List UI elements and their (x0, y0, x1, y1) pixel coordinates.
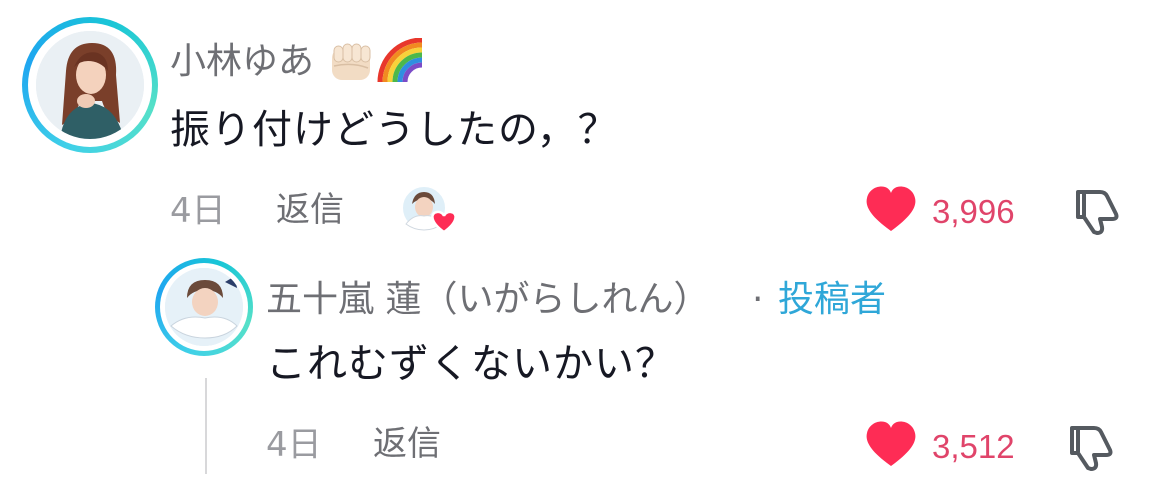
reply-button[interactable]: 返信 (276, 193, 344, 227)
thumbs-down-icon[interactable] (1066, 422, 1118, 472)
avatar-portrait-icon (36, 31, 144, 139)
comment-text: 振り付けどうしたの，？ (170, 107, 619, 153)
reply-avatar[interactable] (155, 258, 253, 356)
reply-like-count: 3,512 (932, 428, 1015, 465)
thread-connector (205, 378, 207, 474)
creator-liked-badge (400, 184, 460, 236)
reply-reply-button[interactable]: 返信 (373, 427, 441, 461)
separator-dot: · (752, 279, 764, 320)
reply-username[interactable]: 五十嵐 蓮（いがらしれん） (266, 282, 709, 318)
comment-username[interactable]: 小林ゆあ (170, 44, 314, 80)
rainbow-emoji-icon (377, 38, 423, 82)
reply-text: これむずくないかい？ (266, 341, 676, 387)
avatar[interactable] (22, 17, 158, 153)
fist-emoji-icon (332, 43, 371, 80)
comment-timestamp: 4日 (170, 191, 226, 231)
reply-avatar-portrait-icon (165, 268, 243, 346)
heart-icon[interactable] (864, 420, 918, 468)
creator-liked-heart-icon (401, 185, 457, 234)
thumbs-down-icon[interactable] (1072, 186, 1124, 236)
avatar-photo (36, 31, 144, 139)
heart-icon[interactable] (864, 185, 918, 233)
author-badge: 投稿者 (778, 279, 887, 320)
reply-avatar-photo (165, 268, 243, 346)
username-text: 小林ゆあ (170, 41, 315, 82)
reply-timestamp: 4日 (266, 425, 322, 465)
like-count: 3,996 (932, 193, 1015, 230)
